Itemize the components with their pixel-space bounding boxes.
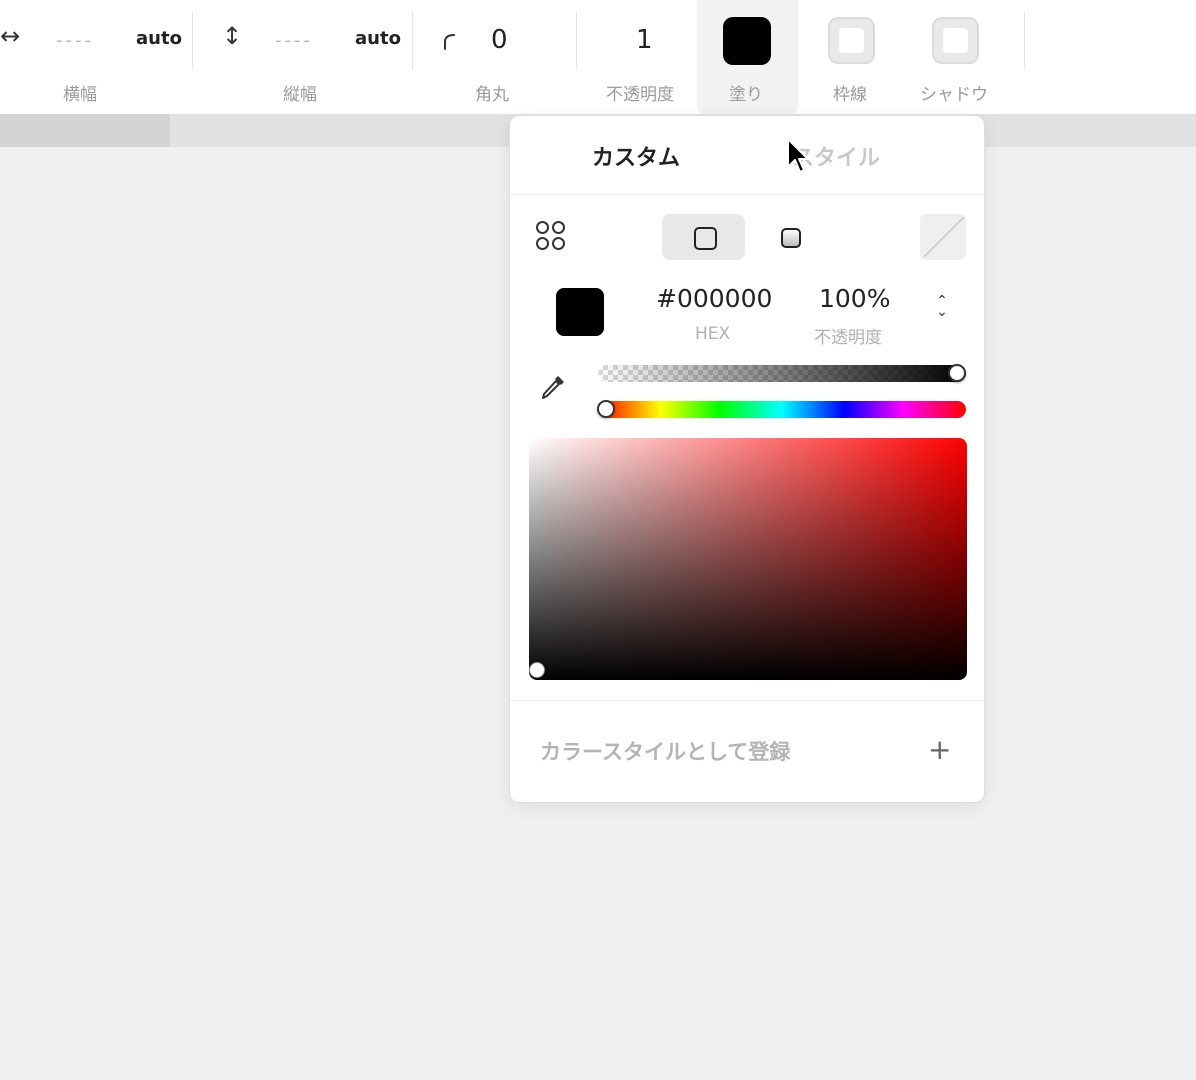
shadow-swatch[interactable]: [932, 17, 979, 64]
hue-slider-handle[interactable]: [597, 400, 615, 418]
divider: [192, 12, 193, 70]
divider: [510, 700, 984, 701]
vertical-arrows-icon: ↕: [222, 22, 243, 50]
hex-label: HEX: [695, 324, 731, 344]
solid-fill-icon[interactable]: [662, 214, 745, 260]
opacity-label: 不透明度: [606, 85, 674, 105]
opacity-percent-label: 不透明度: [814, 328, 882, 348]
mouse-pointer-icon: [787, 138, 809, 173]
height-label: 縦幅: [283, 85, 317, 105]
eyedropper-icon[interactable]: [538, 372, 568, 402]
width-auto-toggle[interactable]: auto: [136, 28, 182, 49]
hue-slider[interactable]: [598, 401, 966, 418]
stroke-label: 枠線: [833, 85, 867, 105]
divider: [576, 12, 577, 70]
saturation-value-handle[interactable]: [529, 662, 545, 678]
width-input[interactable]: ----: [56, 30, 94, 51]
horizontal-arrows-icon: ↔: [0, 22, 21, 50]
format-stepper-icon[interactable]: ⌃ ⌄: [932, 294, 952, 326]
hex-input[interactable]: #000000: [656, 284, 772, 313]
height-input[interactable]: ----: [275, 30, 313, 51]
shadow-label: シャドウ: [920, 85, 988, 105]
radius-label: 角丸: [475, 85, 509, 105]
fill-swatch[interactable]: [723, 17, 771, 65]
radius-input[interactable]: 0: [491, 25, 508, 55]
gradient-fill-icon[interactable]: [781, 228, 801, 248]
color-picker-popover: カスタム スタイル #000000 HEX 100% 不透明度 ⌃ ⌄ カラースタ…: [509, 115, 985, 803]
corner-radius-icon: [444, 34, 455, 50]
tab-custom[interactable]: カスタム: [592, 140, 680, 172]
fill-label: 塗り: [729, 85, 763, 105]
divider: [412, 12, 413, 70]
width-label: 横幅: [63, 85, 97, 105]
stroke-swatch[interactable]: [828, 17, 875, 64]
saturation-value-field[interactable]: [529, 438, 967, 680]
alpha-slider[interactable]: [598, 365, 966, 382]
divider: [1024, 12, 1025, 70]
property-toolbar: ↔ ---- auto 横幅 ↕ ---- auto 縦幅 0 角丸 1 不透明…: [0, 0, 1196, 114]
current-color-swatch: [556, 288, 604, 336]
no-fill-icon[interactable]: [920, 214, 966, 260]
opacity-input[interactable]: 1: [636, 25, 653, 55]
register-color-style-label[interactable]: カラースタイルとして登録: [540, 736, 790, 766]
palette-grid-icon[interactable]: [536, 221, 568, 253]
add-icon[interactable]: +: [928, 733, 951, 766]
divider: [510, 194, 984, 195]
alpha-slider-handle[interactable]: [948, 364, 966, 382]
opacity-percent-input[interactable]: 100%: [819, 284, 890, 313]
height-auto-toggle[interactable]: auto: [355, 28, 401, 49]
